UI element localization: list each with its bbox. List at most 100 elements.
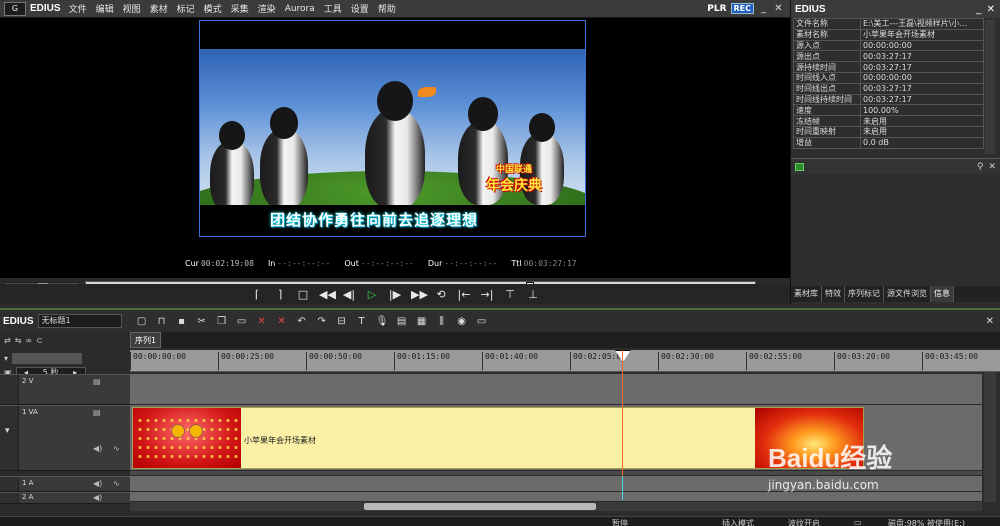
loop-icon[interactable]: ⟲ xyxy=(434,288,448,301)
menu-settings[interactable]: 设置 xyxy=(351,2,369,15)
audio-speaker-icon[interactable]: ◀) xyxy=(93,444,102,453)
time-ruler[interactable]: 00:00:00:00 00:00:25:00 00:00:50:00 00:0… xyxy=(130,350,1000,372)
menu-view[interactable]: 视图 xyxy=(123,2,141,15)
copy-icon[interactable]: ❐ xyxy=(216,316,228,327)
mic-icon[interactable]: 🎙 xyxy=(376,316,389,327)
video-track-icon[interactable]: ▤ xyxy=(93,377,101,386)
next-frame-icon[interactable]: |▶ xyxy=(388,288,402,301)
prev-frame-icon[interactable]: ◀| xyxy=(342,288,356,301)
menu-marker[interactable]: 标记 xyxy=(177,2,195,15)
info-value: 00:03:27:17 xyxy=(860,82,984,95)
waveform-icon[interactable]: ∿ xyxy=(113,444,120,453)
tab-effects[interactable]: 特效 xyxy=(822,286,845,302)
overwrite-icon[interactable]: ⊥ xyxy=(526,288,540,301)
track-header-2v[interactable]: 2 V ▤ xyxy=(0,374,130,405)
paste-icon[interactable]: ▭ xyxy=(236,316,248,327)
menu-aurora[interactable]: Aurora xyxy=(285,4,315,14)
track-mode-icon[interactable]: ⇄ xyxy=(4,336,11,345)
info-key: 速度 xyxy=(793,104,861,117)
minimize-icon[interactable]: _ xyxy=(758,3,769,14)
ripple-delete-icon[interactable]: ✕ xyxy=(276,316,288,327)
settings-icon[interactable]: ⚲ xyxy=(977,162,984,172)
set-in-icon[interactable]: ⌈ xyxy=(250,288,264,301)
tab-info[interactable]: 信息 xyxy=(931,286,954,302)
timeline-hscrollbar[interactable] xyxy=(130,502,982,511)
redo-icon[interactable]: ↷ xyxy=(316,316,328,327)
undo-icon[interactable]: ↶ xyxy=(296,316,308,327)
hscroll-thumb[interactable] xyxy=(364,503,596,510)
grid-icon[interactable]: ▦ xyxy=(416,316,428,327)
next-edit-icon[interactable]: →| xyxy=(480,288,494,301)
track-lane-2a[interactable] xyxy=(130,492,982,502)
new-icon[interactable]: ▢ xyxy=(136,316,148,327)
set-out-icon[interactable]: ⌉ xyxy=(273,288,287,301)
video-track-icon[interactable]: ▤ xyxy=(93,408,101,417)
delete-icon[interactable]: ✕ xyxy=(256,316,268,327)
preview-monitor: 中国联通 年会庆典 团结协作勇往向前去追逐理想 xyxy=(199,20,586,237)
audio-speaker-icon[interactable]: ◀) xyxy=(93,479,102,488)
menu-help[interactable]: 帮助 xyxy=(378,2,396,15)
link-icon[interactable]: ∞ xyxy=(25,336,32,345)
menu-render[interactable]: 渲染 xyxy=(258,2,276,15)
text-icon[interactable]: T xyxy=(356,316,368,327)
zoom-slider[interactable] xyxy=(12,352,83,364)
menu-bar: G EDIUS 文件 编辑 视图 素材 标记 模式 采集 渲染 Aurora 工… xyxy=(0,0,790,18)
menu-clip[interactable]: 素材 xyxy=(150,2,168,15)
close-icon[interactable]: ✕ xyxy=(773,3,784,14)
cut-icon[interactable]: ✂ xyxy=(196,316,208,327)
track-sync-icon[interactable]: ⇆ xyxy=(15,336,22,345)
expand-icon[interactable]: ▾ xyxy=(5,426,10,436)
save-icon[interactable]: ▪ xyxy=(176,316,188,327)
plr-mode-toggle[interactable]: PLR xyxy=(707,4,726,14)
track-header-1a[interactable]: 1 A ◀) ∿ xyxy=(0,476,130,492)
info-scrollbar[interactable] xyxy=(985,20,995,154)
track-header-2a[interactable]: 2 A ◀) xyxy=(0,492,130,504)
sequence-tabs: 序列1 xyxy=(130,332,1000,348)
fast-forward-icon[interactable]: ▶▶ xyxy=(411,288,428,301)
tab-sequence-1[interactable]: 序列1 xyxy=(130,332,162,348)
stop-icon[interactable]: □ xyxy=(296,288,310,301)
track-lane-2v[interactable] xyxy=(130,374,982,405)
ruler-tick: 00:02:05:00 xyxy=(570,352,626,370)
close-icon[interactable]: ✕ xyxy=(986,316,994,327)
rec-mode-toggle[interactable]: REC xyxy=(730,3,754,14)
timeline-vscrollbar[interactable] xyxy=(984,372,996,502)
info-key: 源出点 xyxy=(793,50,861,63)
menu-file[interactable]: 文件 xyxy=(69,2,87,15)
close-icon[interactable]: ✕ xyxy=(987,4,995,15)
effect-toggle-icon[interactable] xyxy=(795,162,804,171)
rewind-icon[interactable]: ◀◀ xyxy=(319,288,336,301)
collapse-icon[interactable]: ▾ xyxy=(4,354,8,363)
timeline-app-title: EDIUS xyxy=(3,315,34,327)
waveform-icon[interactable]: ∿ xyxy=(113,479,120,488)
insert-icon[interactable]: ⊤ xyxy=(503,288,517,301)
menu-edit[interactable]: 编辑 xyxy=(96,2,114,15)
info-key: 文件名称 xyxy=(793,18,861,30)
audio-speaker-icon[interactable]: ◀) xyxy=(93,493,102,502)
color-icon[interactable]: ◉ xyxy=(456,316,468,327)
play-icon[interactable]: ▷ xyxy=(365,288,379,301)
minimize-icon[interactable]: _ xyxy=(976,4,982,15)
split-icon[interactable]: ⊟ xyxy=(336,316,348,327)
menu-tools[interactable]: 工具 xyxy=(324,2,342,15)
status-ripple[interactable]: 波纹开启 xyxy=(788,518,820,526)
snap-icon[interactable]: ⊂ xyxy=(36,336,43,345)
tab-source-browser[interactable]: 源文件浏览 xyxy=(884,286,931,302)
mixer-icon[interactable]: ⫼ xyxy=(436,316,448,327)
menu-capture[interactable]: 采集 xyxy=(231,2,249,15)
timeline-toolbar: EDIUS 无标题1 ▢ ⊓ ▪ ✂ ❐ ▭ ✕ ✕ ↶ ↷ ⊟ T 🎙 ▤ ▦… xyxy=(0,310,1000,332)
render-icon[interactable]: ▤ xyxy=(396,316,408,327)
status-insert-mode[interactable]: 插入模式 xyxy=(722,518,754,526)
track-name: 1 A xyxy=(22,479,34,487)
layout-icon[interactable]: ▭ xyxy=(476,316,488,327)
prev-edit-icon[interactable]: |← xyxy=(457,288,471,301)
info-value: 小苹果年会开场素材 xyxy=(860,28,984,41)
project-name-field[interactable]: 无标题1 xyxy=(37,314,122,328)
timeline-clip[interactable]: 小苹果年会开场素材 xyxy=(132,407,864,469)
open-icon[interactable]: ⊓ xyxy=(156,316,168,327)
track-header-1va[interactable]: ▾ 1 VA ▤ ◀) ∿ xyxy=(0,405,130,471)
delete-icon[interactable]: ✕ xyxy=(988,162,996,172)
menu-mode[interactable]: 模式 xyxy=(204,2,222,15)
tab-sequence-markers[interactable]: 序列标记 xyxy=(845,286,884,302)
tab-bin[interactable]: 素材库 xyxy=(791,286,822,302)
